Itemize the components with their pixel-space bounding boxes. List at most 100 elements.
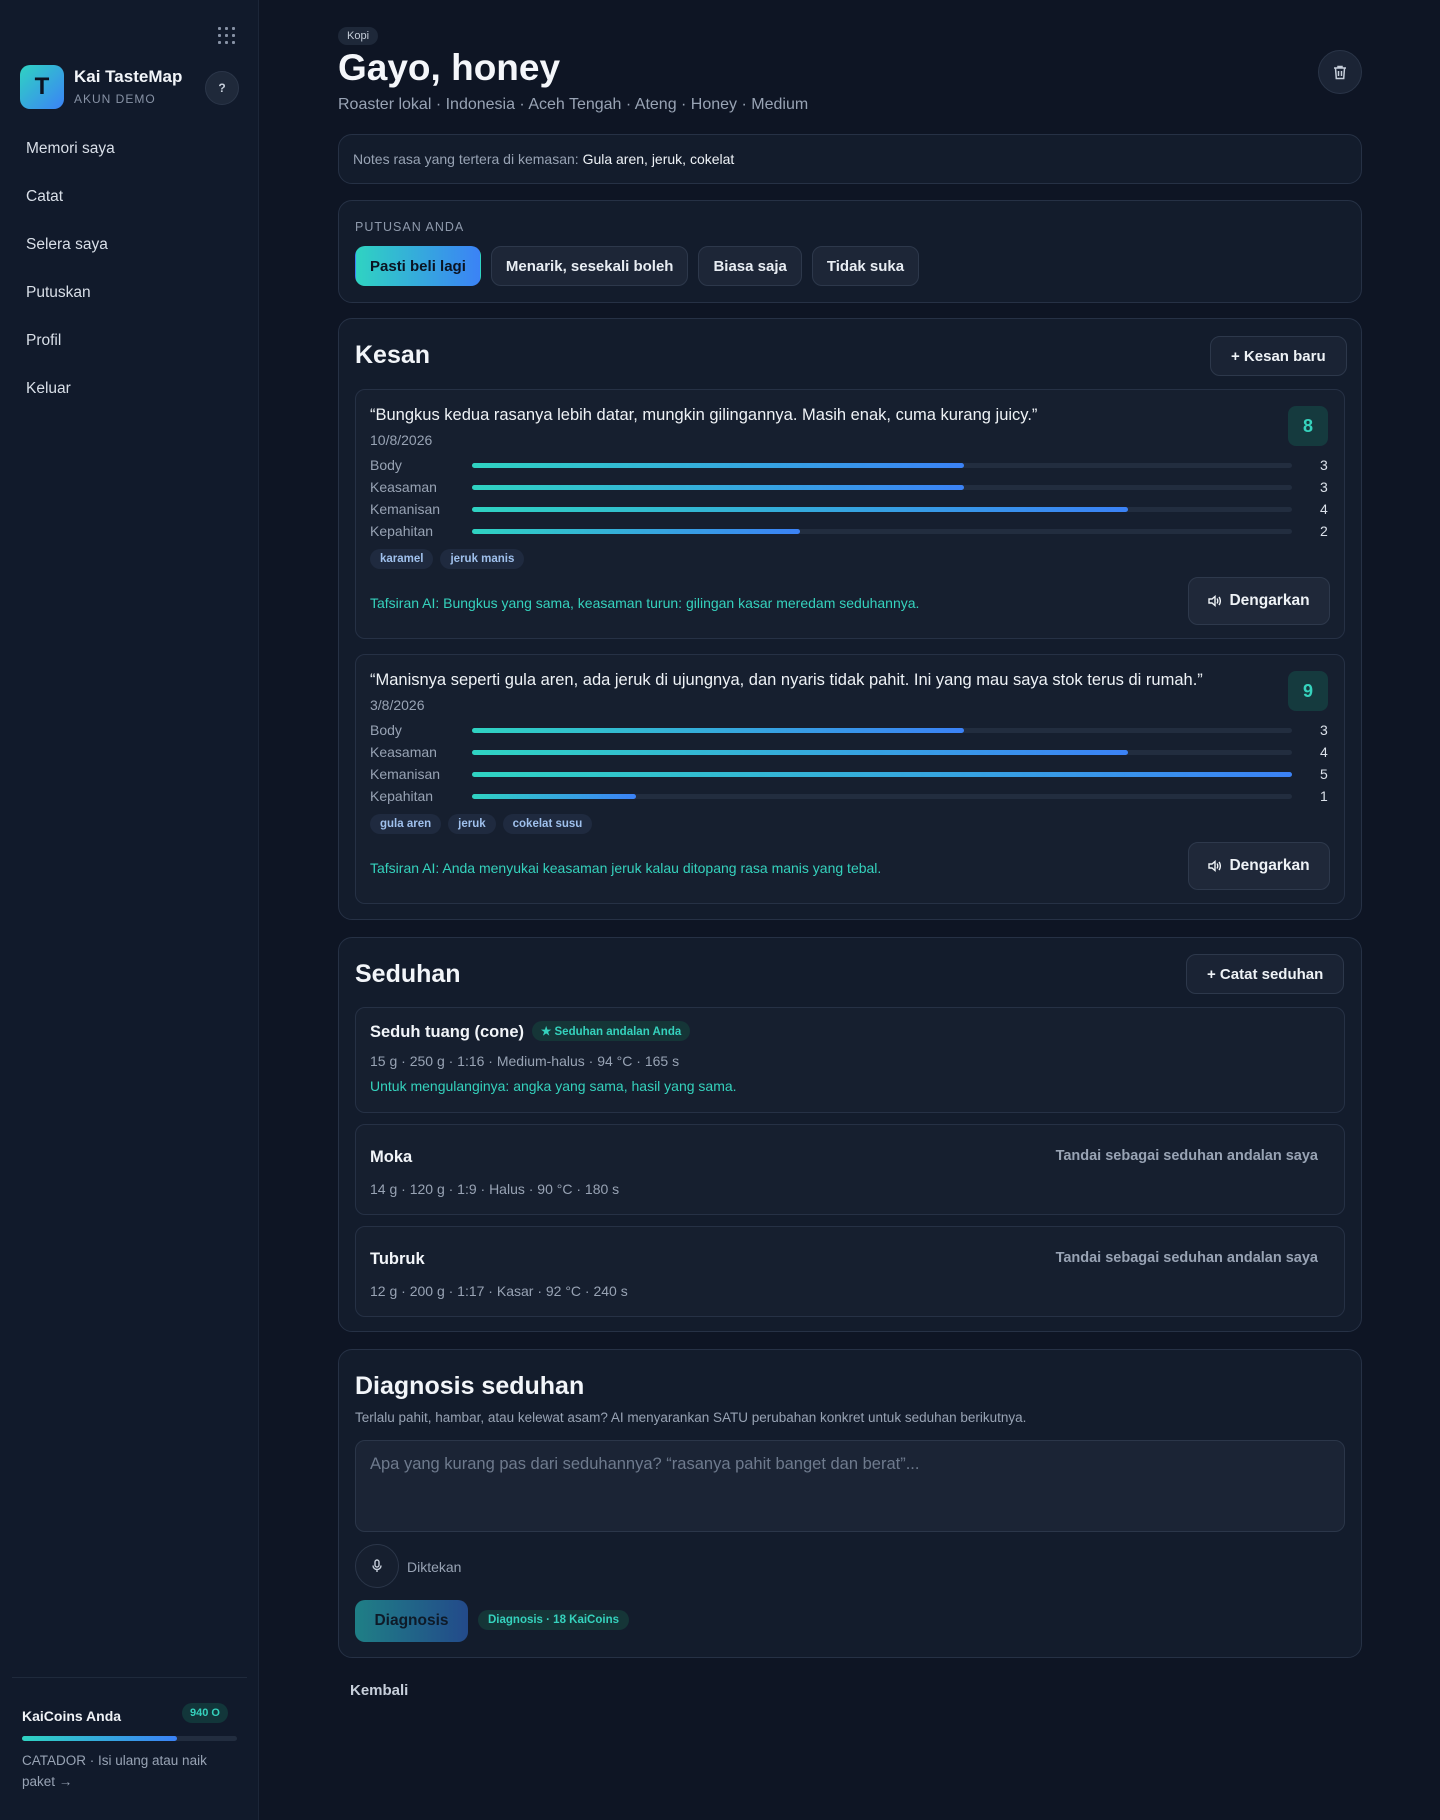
category-chip: Kopi [338, 27, 379, 45]
diagnosis-card: Diagnosis seduhan Terlalu pahit, hambar,… [338, 1349, 1362, 1658]
attribute-value: 1 [1320, 788, 1328, 804]
package-notes: Notes rasa yang tertera di kemasan: Gula… [338, 134, 1362, 184]
attribute-track [472, 463, 1292, 468]
brew-params: 15 g · 250 g · 1:16 · Medium-halus · 94 … [370, 1053, 680, 1069]
brand-name: Kai TasteMap [74, 67, 183, 86]
flavor-tag: jeruk manis [440, 549, 525, 569]
decision-option-buy-again[interactable]: Pasti beli lagi [355, 246, 481, 286]
attribute-fill [472, 728, 964, 733]
account-label: AKUN DEMO [74, 92, 156, 106]
diagnosis-title: Diagnosis seduhan [355, 1372, 585, 1400]
attribute-label: Kepahitan [370, 523, 434, 539]
attribute-fill [472, 772, 1292, 777]
dictate-button[interactable] [355, 1544, 399, 1588]
sidebar-item-putuskan[interactable]: Putuskan [26, 283, 115, 331]
sidebar-item-selera[interactable]: Selera saya [26, 235, 115, 283]
microphone-icon [372, 1559, 382, 1572]
impression-date: 3/8/2026 [370, 697, 425, 713]
attribute-label: Body [370, 722, 402, 738]
flavor-tag: gula aren [370, 814, 442, 834]
attribute-fill [472, 529, 800, 534]
attribute-row: Kepahitan 2 [370, 523, 1330, 543]
attribute-value: 4 [1320, 744, 1328, 760]
kaicoins-progress-fill [22, 1736, 177, 1741]
sidebar-item-keluar[interactable]: Keluar [26, 379, 115, 427]
attribute-value: 2 [1320, 523, 1328, 539]
add-brew-button[interactable]: + Catat seduhan [1186, 954, 1345, 994]
delete-button[interactable] [1318, 50, 1362, 94]
sidebar-nav: Memori saya Catat Selera saya Putuskan P… [26, 139, 115, 427]
coffee-meta: Roaster lokal · Indonesia · Aceh Tengah … [338, 96, 809, 113]
attribute-row: Body 3 [370, 457, 1330, 477]
attribute-fill [472, 463, 964, 468]
impression-score: 8 [1288, 406, 1328, 446]
flavor-tag: cokelat susu [502, 814, 593, 834]
decision-card: PUTUSAN ANDA Pasti beli lagi Menarik, se… [338, 200, 1362, 303]
sidebar-item-catat[interactable]: Catat [26, 187, 115, 235]
attribute-row: Kepahitan 1 [370, 788, 1330, 808]
listen-label: Dengarkan [1229, 857, 1310, 874]
decision-option-sometimes[interactable]: Menarik, sesekali boleh [490, 246, 689, 286]
flavor-tag: jeruk [448, 814, 496, 834]
impression-quote: “Manisnya seperti gula aren, ada jeruk d… [370, 671, 1203, 689]
sidebar: T Kai TasteMap AKUN DEMO ? Memori saya C… [0, 0, 259, 1820]
kaicoins-upgrade-link[interactable]: CATADOR · Isi ulang atau naik paket → [22, 1750, 232, 1792]
trash-icon [1334, 65, 1346, 79]
attribute-label: Kemanisan [370, 501, 441, 517]
apps-grid-icon[interactable] [218, 27, 236, 45]
brew-name: Moka [370, 1148, 413, 1166]
speaker-icon [1208, 860, 1222, 872]
attribute-track [472, 750, 1292, 755]
attribute-row: Kemanisan 5 [370, 766, 1330, 786]
ai-interpretation: Tafsiran AI: Anda menyukai keasaman jeru… [370, 860, 882, 876]
brews-card: Seduhan + Catat seduhan Seduh tuang (con… [338, 937, 1362, 1332]
decision-option-ordinary[interactable]: Biasa saja [698, 246, 802, 286]
flavor-tags: karamel jeruk manis [370, 549, 525, 569]
kaicoins-balance-badge: 940 O [182, 1703, 228, 1723]
dictate-label: Diktekan [407, 1559, 462, 1575]
attribute-track [472, 794, 1292, 799]
attribute-track [472, 772, 1292, 777]
brew-item: Tubruk Tandai sebagai seduhan andalan sa… [355, 1226, 1345, 1317]
sidebar-item-profil[interactable]: Profil [26, 331, 115, 379]
kaicoins-title: KaiCoins Anda [22, 1708, 122, 1724]
mark-favorite-link[interactable]: Tandai sebagai seduhan andalan saya [1056, 1148, 1318, 1164]
help-button[interactable]: ? [205, 71, 239, 105]
brew-params: 14 g · 120 g · 1:9 · Halus · 90 °C · 180… [370, 1181, 620, 1197]
back-link[interactable]: Kembali [350, 1682, 408, 1699]
favorite-brew-badge: ★ Seduhan andalan Anda [532, 1021, 691, 1041]
attribute-track [472, 529, 1292, 534]
diagnosis-cost-badge: Diagnosis · 18 KaiCoins [478, 1610, 630, 1630]
impression-item: “Manisnya seperti gula aren, ada jeruk d… [355, 654, 1345, 904]
flavor-tags: gula aren jeruk cokelat susu [370, 814, 593, 834]
brews-title: Seduhan [355, 960, 461, 988]
brew-name: Seduh tuang (cone) [370, 1023, 524, 1041]
attribute-track [472, 485, 1292, 490]
attribute-row: Keasaman 3 [370, 479, 1330, 499]
attribute-row: Kemanisan 4 [370, 501, 1330, 521]
kaicoins-panel: KaiCoins Anda 940 O CATADOR · Isi ulang … [12, 1677, 247, 1789]
attribute-value: 3 [1320, 479, 1328, 495]
listen-label: Dengarkan [1229, 592, 1310, 609]
listen-button[interactable]: Dengarkan [1188, 842, 1330, 890]
brew-item: Moka Tandai sebagai seduhan andalan saya… [355, 1124, 1345, 1215]
decision-option-dislike[interactable]: Tidak suka [811, 246, 920, 286]
ai-interpretation: Tafsiran AI: Bungkus yang sama, keasaman… [370, 595, 920, 611]
diagnosis-input[interactable] [355, 1440, 1345, 1532]
attribute-track [472, 728, 1292, 733]
impression-score: 9 [1288, 671, 1328, 711]
attribute-value: 3 [1320, 457, 1328, 473]
mark-favorite-link[interactable]: Tandai sebagai seduhan andalan saya [1056, 1250, 1318, 1266]
attribute-fill [472, 750, 1128, 755]
attribute-label: Keasaman [370, 479, 437, 495]
diagnosis-submit-button[interactable]: Diagnosis [355, 1600, 468, 1642]
sidebar-item-memori[interactable]: Memori saya [26, 139, 115, 187]
attribute-fill [472, 485, 964, 490]
attribute-fill [472, 794, 636, 799]
brew-params: 12 g · 200 g · 1:17 · Kasar · 92 °C · 24… [370, 1283, 628, 1299]
impression-item: “Bungkus kedua rasanya lebih datar, mung… [355, 389, 1345, 639]
add-impression-button[interactable]: + Kesan baru [1210, 336, 1347, 376]
diagnosis-description: Terlalu pahit, hambar, atau kelewat asam… [355, 1410, 1027, 1425]
listen-button[interactable]: Dengarkan [1188, 577, 1330, 625]
attribute-label: Body [370, 457, 402, 473]
